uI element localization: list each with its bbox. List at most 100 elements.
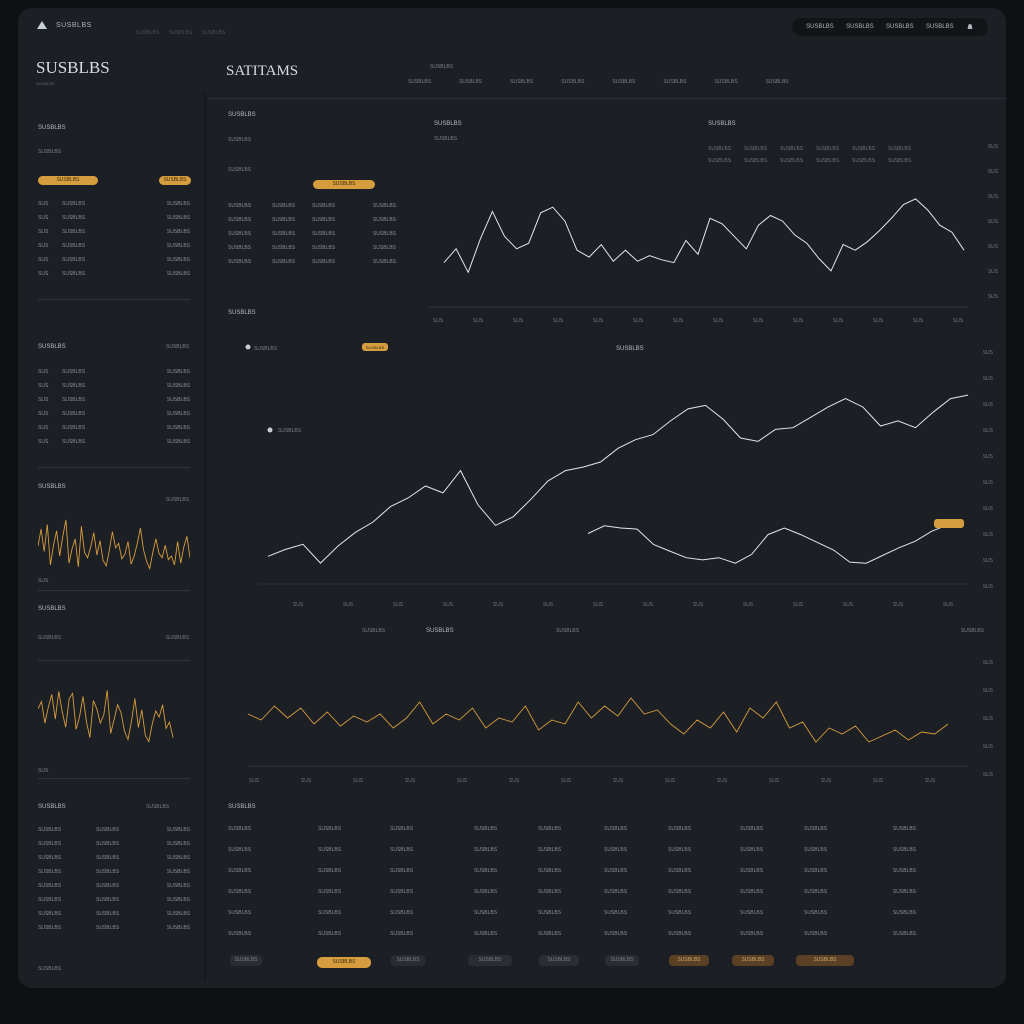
row-value: SUSBLBS (166, 411, 190, 417)
table-row[interactable]: SUS SUSBLBS SUSBLBS (38, 379, 190, 393)
table-row[interactable]: SUSBLBS SUSBLBS SUSBLBS (38, 823, 190, 837)
panel-action-label[interactable]: SUSBLBS (166, 344, 189, 350)
header-tabs: SUSBLBS SUSBLBS SUSBLBS SUSBLBS SUSBLBS … (408, 79, 789, 85)
table-row[interactable]: SUSBLBS SUSBLBS SUSBLBS SUSBLBS SUSBLBS SUSBL… (228, 902, 986, 923)
legend-title: SUSBLBS (708, 121, 736, 127)
table-row[interactable]: SUS SUSBLBS SUSBLBS (38, 407, 190, 421)
panel-divider (38, 590, 190, 591)
table-row[interactable]: SUS SUSBLBS SUSBLBS (38, 267, 190, 281)
legend-item: SUSBLBS (708, 146, 732, 152)
table-cell: SUSBLBS (740, 846, 764, 853)
table-row[interactable]: SUSBLBS SUSBLBS SUSBLBS SUSBLBS SUSBLBS SUSBL… (228, 881, 986, 902)
table-row[interactable]: SUSBLBS SUSBLBS SUSBLBS (38, 851, 190, 865)
pagination-button[interactable]: SUSBLBS (230, 955, 262, 966)
pagination-button[interactable]: SUSBLBS (391, 955, 425, 966)
legend-item: SUSBLBS (888, 146, 912, 152)
pagination-button[interactable]: SUSBLBS (539, 955, 579, 966)
pagination-button[interactable]: SUSBLBS (605, 955, 639, 966)
table-row[interactable]: SUS SUSBLBS SUSBLBS (38, 393, 190, 407)
x-tick-label: SUS (593, 602, 604, 608)
breadcrumb-item[interactable]: SUSBLBS (169, 30, 192, 36)
table-row[interactable]: SUSBLBS SUSBLBS SUSBLBS SUSBLBS SUSBLBS SUSBL… (228, 860, 986, 881)
breadcrumb-item[interactable]: SUSBLBS (136, 30, 159, 36)
table-row[interactable]: SUSBLBS SUSBLBS SUSBLBS SUSBLBS SUSBLBS SUSBL… (228, 923, 986, 944)
table-row[interactable]: SUSBLBS SUSBLBS SUSBLBS (38, 907, 190, 921)
line-chart-middle: SUSBLBS SUSBLBS SUSBLBS SUSBLBS SUS SUS SUS SUS… (245, 343, 994, 608)
tab[interactable]: SUSBLBS (408, 79, 431, 85)
chart-tooltip[interactable] (934, 519, 964, 528)
table-cell: SUSBLBS (892, 846, 916, 853)
panel-title: SUSBLBS (228, 310, 256, 316)
table-row[interactable]: SUSBLBS SUSBLBS SUSBLBS SUSBLBS (228, 199, 396, 213)
table-label: SUSBLBS (228, 167, 252, 173)
table-row[interactable]: SUS SUSBLBS SUSBLBS (38, 435, 190, 449)
table-cell: SUSBLBS (38, 827, 62, 833)
header-divider (208, 98, 1006, 99)
table-cell: SUSBLBS (474, 909, 498, 916)
table-row[interactable]: SUSBLBS SUSBLBS SUSBLBS SUSBLBS (228, 213, 396, 227)
row-value: SUSBLBS (166, 201, 190, 207)
row-label: SUS (38, 201, 49, 207)
x-tick-label: SUS (613, 778, 624, 784)
table-row[interactable]: SUS SUSBLBS SUSBLBS (38, 225, 190, 239)
nav-item[interactable]: SUSBLBS (846, 24, 874, 30)
table-row[interactable]: SUSBLBS SUSBLBS SUSBLBS (38, 921, 190, 935)
pagination-button[interactable]: SUSBLBS (796, 955, 854, 966)
table-row[interactable]: SUSBLBS SUSBLBS SUSBLBS (38, 893, 190, 907)
table-row[interactable]: SUSBLBS SUSBLBS SUSBLBS SUSBLBS SUSBLBS SUSBL… (228, 839, 986, 860)
x-tick-label: SUS (293, 602, 304, 608)
tab[interactable]: SUSBLBS (663, 79, 686, 85)
filter-pill-secondary[interactable]: SUSBLBS (159, 176, 191, 185)
pagination-button[interactable]: SUSBLBS (468, 955, 512, 966)
tab[interactable]: SUSBLBS (612, 79, 635, 85)
pagination-button[interactable]: SUSBLBS (732, 955, 774, 966)
table-cell: SUSBLBS (272, 203, 296, 209)
table-row[interactable]: SUS SUSBLBS SUSBLBS (38, 365, 190, 379)
table-action-label[interactable]: SUSBLBS (146, 804, 169, 810)
tab[interactable]: SUSBLBS (766, 79, 789, 85)
app-logo[interactable]: SUSBLBS (36, 20, 92, 30)
y-tick-label: SUS (983, 716, 994, 722)
table-row[interactable]: SUSBLBS SUSBLBS SUSBLBS (38, 837, 190, 851)
data-table: SUSBLBS SUSBLBS SUSBLBS SUSBLBS SUSBLBS SUSBL… (228, 818, 986, 944)
nav-item[interactable]: SUSBLBS (926, 24, 954, 30)
chart-action-label[interactable]: SUSBLBS (166, 497, 189, 503)
tab[interactable]: SUSBLBS (714, 79, 737, 85)
y-tick-label: SUS (983, 744, 994, 750)
table-row[interactable]: SUSBLBS SUSBLBS SUSBLBS (38, 865, 190, 879)
filter-pill-primary[interactable]: SUSBLBS (38, 176, 98, 185)
pagination-button[interactable]: SUSBLBS (669, 955, 709, 966)
table-row[interactable]: SUS SUSBLBS SUSBLBS (38, 239, 190, 253)
table-cell: SUSBLBS (804, 846, 828, 853)
table-row[interactable]: SUSBLBS SUSBLBS SUSBLBS SUSBLBS SUSBLBS SUSBL… (228, 818, 986, 839)
nav-item[interactable]: SUSBLBS (886, 24, 914, 30)
panel-action-pill[interactable]: SUSBLBS (313, 180, 375, 189)
table-row[interactable]: SUS SUSBLBS SUSBLBS (38, 253, 190, 267)
tab[interactable]: SUSBLBS (561, 79, 584, 85)
legend-marker-icon (245, 344, 251, 350)
line-chart-bottom: SUSBLBS SUSBLBS SUSBLBS SUSBLBS SUS SUS SUS SUS… (247, 628, 994, 784)
table-cell: SUSBLBS (272, 231, 296, 237)
y-tick-label: SUS (983, 506, 994, 512)
pagination-button[interactable]: SUSBLBS (317, 957, 371, 968)
table-cell: SUSBLBS (538, 825, 562, 832)
tab[interactable]: SUSBLBS (459, 79, 482, 85)
table-cell: SUSBLBS (38, 855, 62, 861)
chart-action-label[interactable]: SUSBLBS (166, 635, 189, 641)
bell-icon[interactable] (966, 23, 974, 31)
table-cell: SUSBLBS (312, 217, 336, 223)
x-tick-label: SUS (513, 318, 524, 324)
breadcrumb-item[interactable]: SUSBLBS (202, 30, 225, 36)
y-tick-label: SUS (988, 219, 999, 225)
tab[interactable]: SUSBLBS (510, 79, 533, 85)
table-row[interactable]: SUS SUSBLBS SUSBLBS (38, 211, 190, 225)
table-row[interactable]: SUSBLBS SUSBLBS SUSBLBS SUSBLBS (228, 255, 396, 269)
table-row[interactable]: SUSBLBS SUSBLBS SUSBLBS SUSBLBS (228, 227, 396, 241)
panel-title: SUSBLBS (228, 112, 256, 118)
table-cell: SUSBLBS (538, 909, 562, 916)
table-row[interactable]: SUS SUSBLBS SUSBLBS (38, 197, 190, 211)
table-row[interactable]: SUSBLBS SUSBLBS SUSBLBS (38, 879, 190, 893)
nav-item[interactable]: SUSBLBS (806, 24, 834, 30)
table-row[interactable]: SUSBLBS SUSBLBS SUSBLBS SUSBLBS (228, 241, 396, 255)
table-row[interactable]: SUS SUSBLBS SUSBLBS (38, 421, 190, 435)
